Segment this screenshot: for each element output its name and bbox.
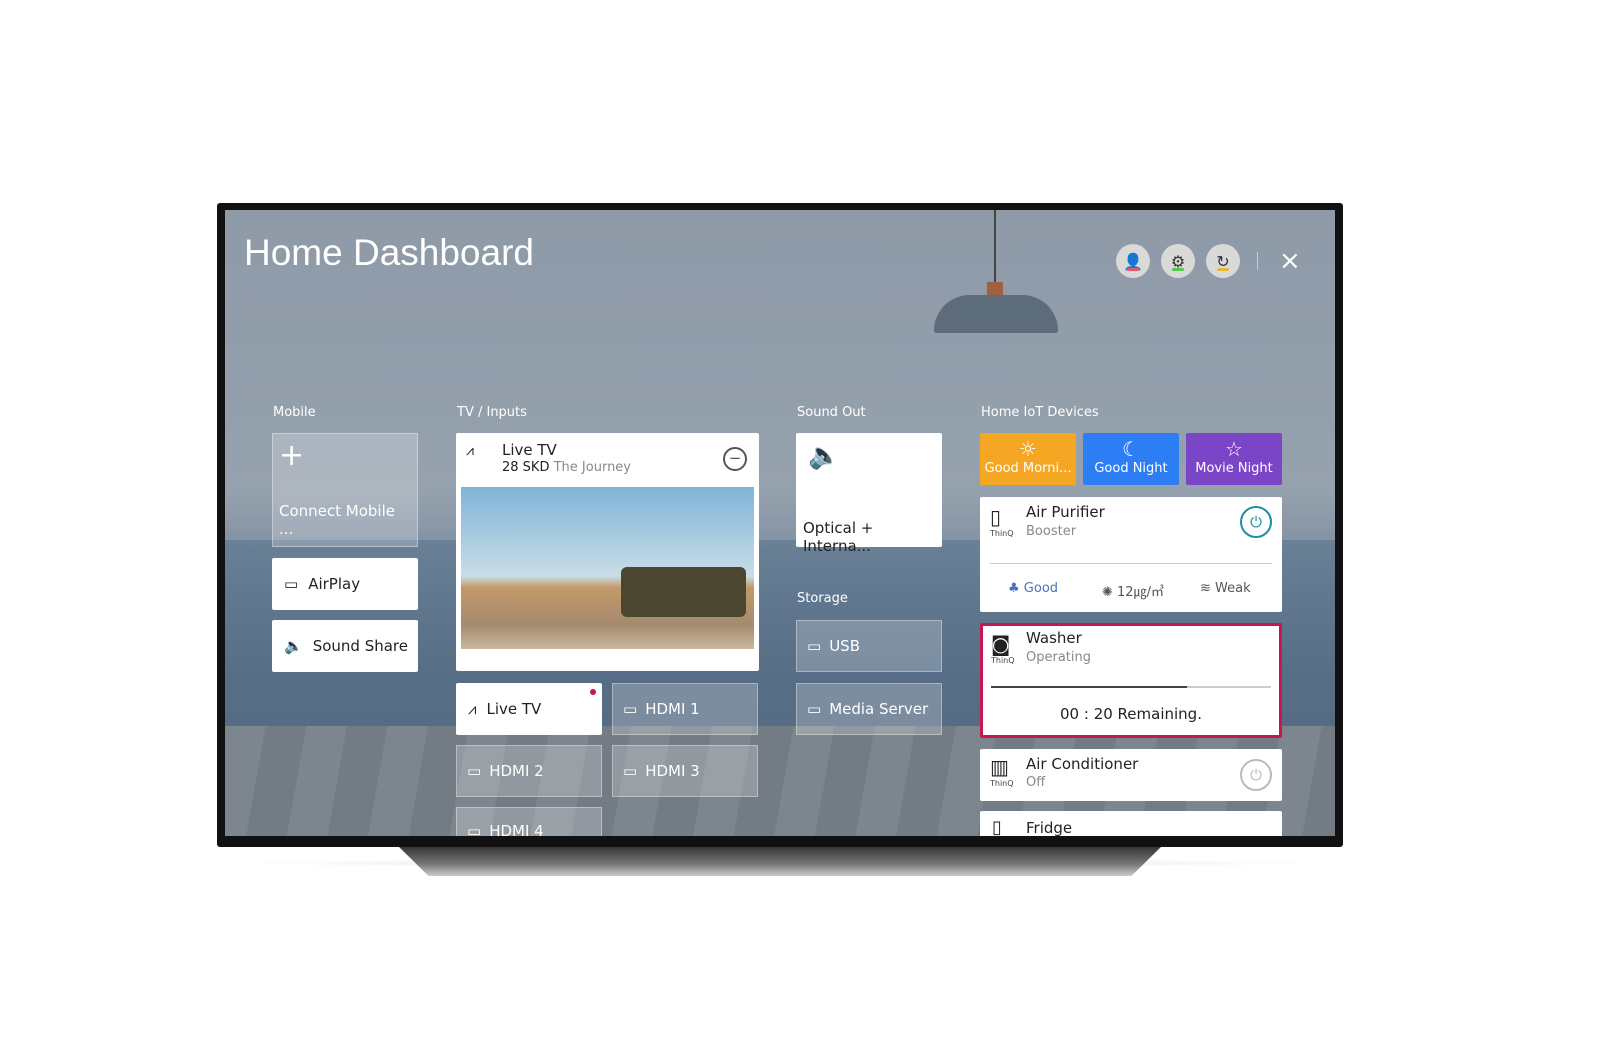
scene-good-morning[interactable]: ☼ Good Morni... [980,433,1076,485]
thinq-logo: ThinQ [991,656,1015,665]
scene-label: Good Morni... [984,461,1072,476]
program-name: The Journey [553,460,631,475]
antenna-icon: ⩘ [468,700,477,718]
input-label: HDMI 1 [645,700,700,718]
input-hdmi-3[interactable]: ▭ HDMI 3 [612,745,758,797]
airplay-icon: ▭ [284,575,299,593]
hdmi-icon: ▭ [467,822,482,836]
wind-icon: ≋ [1200,581,1216,596]
fridge-icon: ▯ [992,817,1002,836]
scene-movie-night[interactable]: ☆ Movie Night [1186,433,1282,485]
input-label: HDMI 3 [645,762,700,780]
divider [990,563,1272,564]
input-live-tv[interactable]: ⩘ Live TV [456,683,602,735]
antenna-icon: ⩘ [466,443,474,459]
live-tv-preview-card[interactable]: ⩘ Live TV 28 SKD The Journey − [456,433,759,671]
preview-image [461,487,754,649]
fridge-card[interactable]: ▯ Fridge [980,811,1282,836]
air-quality: Good [1023,581,1059,596]
speaker-icon: 🔈 [808,441,841,471]
hdmi-icon: ▭ [623,762,638,780]
device-name: Washer [1026,629,1082,647]
moon-icon: ☾ [1122,437,1140,461]
lamp [934,295,1058,333]
section-tv-inputs-label: TV / Inputs [457,405,527,420]
air-conditioner-icon: ▥ ThinQ [990,755,1014,788]
storage-media-server[interactable]: ▭ Media Server [796,683,942,735]
input-hdmi-1[interactable]: ▭ HDMI 1 [612,683,758,735]
hdmi-icon: ▭ [623,700,638,718]
air-purifier-icon: ▯ ThinQ [990,505,1014,538]
airplay-label: AirPlay [308,575,361,593]
plus-icon: + [279,438,305,473]
usb-icon: ▭ [807,637,822,655]
wind-level: Weak [1215,581,1251,596]
laptop-icon: ▭ [807,700,822,718]
input-label: Live TV [486,700,542,718]
tree-icon: ♣ [1008,581,1024,596]
remaining-time: 00 : 20 Remaining. [1060,705,1202,723]
channel-number: 28 SKD [502,460,550,475]
settings-button[interactable]: ⚙ [1161,244,1195,278]
input-label: HDMI 4 [489,822,544,836]
speaker-icon: 🔈 [284,637,303,655]
device-name: Air Conditioner [1026,755,1139,773]
air-purifier-card[interactable]: ▯ ThinQ Air Purifier Booster ⏻ ♣ Good ✺ 1… [980,497,1282,612]
connect-mobile-button[interactable]: + Connect Mobile ... [272,433,418,547]
sound-out-card[interactable]: 🔈 Optical + Interna... [796,433,942,555]
scene-label: Movie Night [1195,461,1273,476]
progress-fill [991,686,1187,688]
section-storage-label: Storage [797,591,848,606]
scene-label: Good Night [1094,461,1168,476]
input-label: HDMI 2 [489,762,544,780]
progress-bar [991,686,1271,688]
power-button[interactable]: ⏻ [1240,506,1272,538]
section-sound-out-label: Sound Out [797,405,866,420]
device-name: Fridge [1026,819,1073,836]
washer-icon: ◙ ThinQ [991,632,1015,665]
page-title: Home Dashboard [244,232,534,273]
input-hdmi-2[interactable]: ▭ HDMI 2 [456,745,602,797]
sound-share-button[interactable]: 🔈 Sound Share [272,620,418,672]
lamp-cord [994,210,996,290]
dust-icon: ✺ [1102,585,1118,600]
close-button[interactable]: × [1279,246,1301,276]
storage-usb[interactable]: ▭ USB [796,620,942,672]
section-iot-label: Home IoT Devices [981,405,1099,420]
sound-share-label: Sound Share [312,637,408,655]
jeep-shape [621,567,746,617]
active-dot [590,689,596,695]
storage-label: Media Server [829,700,929,718]
sound-out-value: Optical + Interna... [803,519,874,555]
hdmi-icon: ▭ [467,762,482,780]
dust-level: 12㎍/㎥ [1117,585,1164,600]
remove-button[interactable]: − [723,447,747,471]
profile-button[interactable]: 👤 [1116,244,1150,278]
device-status: Operating [1026,650,1091,665]
thinq-logo: ThinQ [990,779,1014,788]
device-status: Booster [1026,524,1077,539]
preview-title: Live TV [502,441,557,459]
washer-card[interactable]: ◙ ThinQ Washer Operating 00 : 20 Remainin… [980,623,1282,738]
scene-good-night[interactable]: ☾ Good Night [1083,433,1179,485]
airplay-button[interactable]: ▭ AirPlay [272,558,418,610]
air-conditioner-card[interactable]: ▥ ThinQ Air Conditioner Off ⏻ [980,749,1282,801]
storage-label: USB [829,637,860,655]
power-button[interactable]: ⏻ [1240,759,1272,791]
star-icon: ☆ [1225,437,1243,461]
section-mobile-label: Mobile [273,405,316,420]
device-status: Off [1026,775,1046,790]
connect-mobile-label: Connect Mobile ... [279,502,395,538]
device-name: Air Purifier [1026,503,1105,521]
tv-screen: Home Dashboard 👤 ⚙ ↻ × Mobile + Connect … [225,210,1335,836]
tv-stand [398,846,1162,876]
refresh-button[interactable]: ↻ [1206,244,1240,278]
divider [1257,252,1258,270]
thinq-logo: ThinQ [990,529,1014,538]
input-hdmi-4[interactable]: ▭ HDMI 4 [456,807,602,836]
sun-icon: ☼ [1019,437,1037,461]
